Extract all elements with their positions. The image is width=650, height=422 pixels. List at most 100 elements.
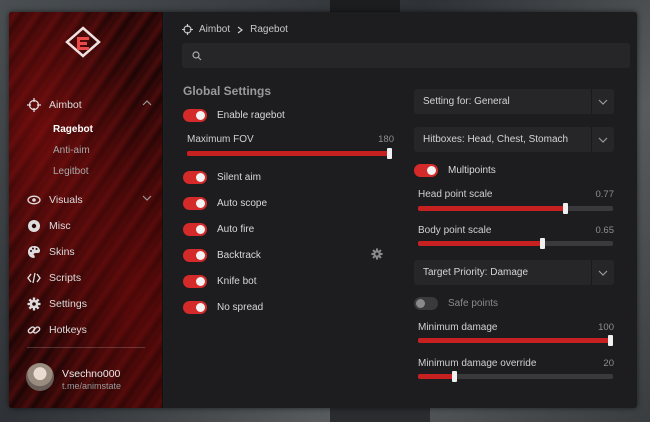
slider-value: 0.65 <box>595 225 615 236</box>
sidebar: Aimbot Ragebot Anti-aim Legitbot Visuals… <box>9 12 163 408</box>
slider-label: Minimum damage override <box>418 358 537 369</box>
dropdown-value: Setting for: General <box>423 96 510 107</box>
sidebar-item-scripts[interactable]: Scripts <box>27 269 152 287</box>
breadcrumb: Aimbot Ragebot <box>182 24 288 35</box>
slider-value: 20 <box>603 358 614 369</box>
slider-fill <box>418 338 613 343</box>
slider-thumb[interactable] <box>387 148 392 159</box>
sidebar-sub-legitbot[interactable]: Legitbot <box>53 166 89 177</box>
dropdown-value: Hitboxes: Head, Chest, Stomach <box>423 134 569 145</box>
silent-aim-toggle[interactable] <box>183 171 207 184</box>
sidebar-divider <box>27 347 145 348</box>
crosshair-icon <box>182 24 193 35</box>
gear-icon <box>27 297 41 311</box>
backtrack-toggle[interactable] <box>183 249 207 262</box>
sidebar-item-label: Misc <box>49 220 71 232</box>
sidebar-item-skins[interactable]: Skins <box>27 243 152 261</box>
toggle-label: Silent aim <box>217 172 261 183</box>
slider-thumb[interactable] <box>563 203 568 214</box>
hitboxes-dropdown[interactable]: Hitboxes: Head, Chest, Stomach <box>414 127 614 152</box>
knife-bot-toggle[interactable] <box>183 275 207 288</box>
toggle-label: Backtrack <box>217 250 261 261</box>
sidebar-item-label: Scripts <box>49 272 82 284</box>
safe-points-toggle[interactable] <box>414 297 438 310</box>
sidebar-item-label: Hotkeys <box>49 324 87 336</box>
game-background-bottom <box>330 408 430 422</box>
body-scale-slider[interactable] <box>418 238 613 249</box>
toggle-row-no-spread: No spread <box>183 301 263 314</box>
search-icon <box>192 50 202 60</box>
toggle-row-auto-fire: Auto fire <box>183 223 254 236</box>
slider-thumb[interactable] <box>452 371 457 382</box>
auto-scope-toggle[interactable] <box>183 197 207 210</box>
sidebar-item-misc[interactable]: Misc <box>27 217 152 235</box>
sidebar-item-label: Skins <box>49 246 75 258</box>
chevron-down-icon <box>591 127 614 152</box>
toggle-row-multipoints: Multipoints <box>414 164 496 177</box>
crosshair-icon <box>27 98 41 112</box>
multipoints-toggle[interactable] <box>414 164 438 177</box>
slider-label: Maximum FOV <box>187 134 254 145</box>
misc-icon <box>27 219 41 233</box>
user-name: Vsechno000 <box>62 368 121 380</box>
chevron-right-icon <box>237 26 244 33</box>
toggle-row-safe-points: Safe points <box>414 297 498 310</box>
enable-ragebot-toggle[interactable] <box>183 109 207 122</box>
toggle-label: Safe points <box>448 298 499 309</box>
search-input[interactable] <box>208 50 608 61</box>
auto-fire-toggle[interactable] <box>183 223 207 236</box>
sidebar-item-visuals[interactable]: Visuals <box>27 191 152 209</box>
slider-value: 100 <box>598 322 614 333</box>
chevron-down-icon <box>591 89 614 114</box>
sidebar-sub-ragebot[interactable]: Ragebot <box>53 124 93 135</box>
setting-for-dropdown[interactable]: Setting for: General <box>414 89 614 114</box>
search-bar[interactable] <box>182 43 630 68</box>
user-subtitle: t.me/animstate <box>62 381 122 391</box>
logo-icon <box>65 26 101 58</box>
section-title: Global Settings <box>183 84 272 98</box>
toggle-row-knife-bot: Knife bot <box>183 275 256 288</box>
sidebar-sub-anti-aim[interactable]: Anti-aim <box>53 145 90 156</box>
sidebar-item-label: Aimbot <box>49 99 82 111</box>
link-icon <box>27 323 41 337</box>
chevron-down-icon <box>591 260 614 285</box>
slider-label: Body point scale <box>418 225 492 236</box>
toggle-label: No spread <box>217 302 264 313</box>
slider-value: 0.77 <box>595 189 615 200</box>
slider-fill <box>187 151 392 156</box>
sidebar-item-label: Settings <box>49 298 87 310</box>
toggle-row-enable-ragebot: Enable ragebot <box>183 109 285 122</box>
sidebar-item-settings[interactable]: Settings <box>27 295 152 313</box>
toggle-label: Knife bot <box>217 276 257 287</box>
breadcrumb-root[interactable]: Aimbot <box>199 24 230 35</box>
backtrack-settings-gear-icon[interactable] <box>371 248 383 260</box>
target-priority-dropdown[interactable]: Target Priority: Damage <box>414 260 614 285</box>
slider-thumb[interactable] <box>540 238 545 249</box>
toggle-row-silent-aim: Silent aim <box>183 171 261 184</box>
chevron-up-icon <box>142 100 152 106</box>
no-spread-toggle[interactable] <box>183 301 207 314</box>
chevron-down-icon <box>142 195 152 201</box>
slider-value: 180 <box>378 134 394 145</box>
game-background-top <box>330 0 400 12</box>
eye-icon <box>27 193 41 207</box>
sidebar-item-aimbot[interactable]: Aimbot <box>27 96 152 114</box>
sidebar-item-label: Visuals <box>49 194 83 206</box>
slider-label: Minimum damage <box>418 322 498 333</box>
toggle-label: Auto fire <box>217 224 255 235</box>
slider-thumb[interactable] <box>608 335 613 346</box>
slider-fill <box>418 241 545 246</box>
toggle-label: Auto scope <box>217 198 268 209</box>
toggle-label: Enable ragebot <box>217 110 285 121</box>
palette-icon <box>27 245 41 259</box>
min-damage-slider[interactable] <box>418 335 613 346</box>
toggle-row-auto-scope: Auto scope <box>183 197 267 210</box>
avatar[interactable] <box>26 363 54 391</box>
fov-slider[interactable] <box>187 148 392 159</box>
min-damage-override-slider[interactable] <box>418 371 613 382</box>
code-icon <box>27 271 41 285</box>
toggle-label: Multipoints <box>448 165 496 176</box>
slider-fill <box>418 206 568 211</box>
sidebar-item-hotkeys[interactable]: Hotkeys <box>27 321 152 339</box>
head-scale-slider[interactable] <box>418 203 613 214</box>
